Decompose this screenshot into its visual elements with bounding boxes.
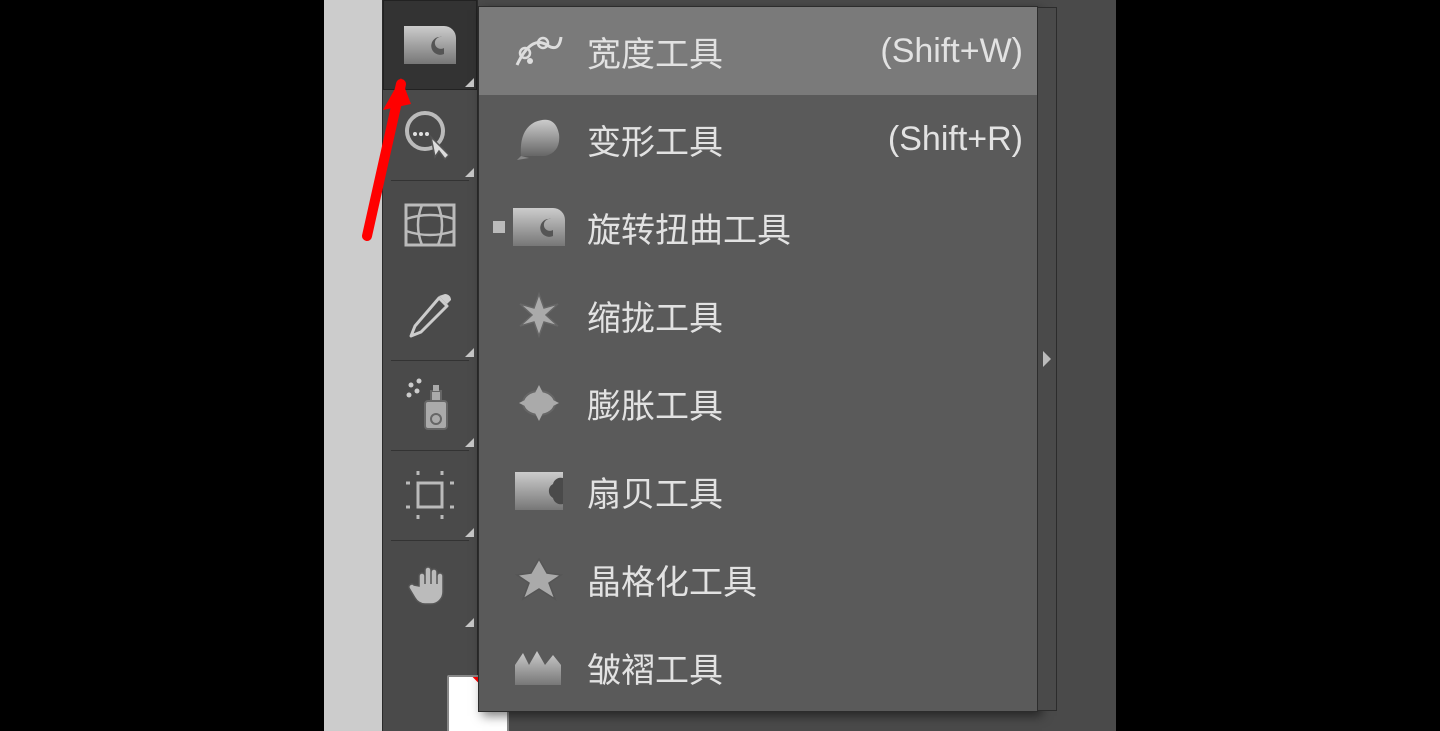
warp-icon bbox=[515, 116, 563, 162]
flyout-indicator-icon bbox=[465, 438, 474, 447]
flyout-indicator-icon bbox=[465, 78, 474, 87]
tools-panel bbox=[382, 0, 478, 731]
scallop-tool-item[interactable]: 扇贝工具 bbox=[479, 447, 1037, 535]
hand-tool[interactable] bbox=[383, 540, 477, 630]
tool-label: 变形工具 bbox=[587, 115, 723, 164]
screenshot-region: 宽度工具 (Shift+W) 变形工具 (Shift+R) bbox=[324, 0, 1116, 731]
bloat-icon bbox=[513, 381, 565, 425]
crystallize-tool-item[interactable]: 晶格化工具 bbox=[479, 535, 1037, 623]
flyout-indicator-icon bbox=[465, 618, 474, 627]
crystallize-icon bbox=[513, 555, 565, 603]
wrinkle-icon bbox=[513, 647, 565, 687]
artboard-tool[interactable] bbox=[383, 450, 477, 540]
tool-label: 扇贝工具 bbox=[587, 467, 723, 516]
tearoff-handle[interactable] bbox=[1037, 7, 1057, 711]
artboard-icon bbox=[404, 469, 456, 521]
sprayer-icon bbox=[403, 377, 457, 433]
canvas-background bbox=[324, 0, 382, 731]
free-transform-icon bbox=[401, 109, 459, 161]
wrinkle-tool-item[interactable]: 皱褶工具 bbox=[479, 623, 1037, 711]
mesh-icon bbox=[404, 203, 456, 247]
tool-shortcut: (Shift+R) bbox=[888, 120, 1023, 159]
twirl-tool-item[interactable]: 旋转扭曲工具 bbox=[479, 183, 1037, 271]
eyedropper-tool[interactable] bbox=[383, 270, 477, 360]
tool-label: 膨胀工具 bbox=[587, 379, 723, 428]
hand-icon bbox=[405, 560, 455, 610]
width-tool-item[interactable]: 宽度工具 (Shift+W) bbox=[479, 7, 1037, 95]
selected-indicator bbox=[489, 221, 509, 233]
tool-label: 缩拢工具 bbox=[587, 291, 723, 340]
tool-label: 皱褶工具 bbox=[587, 643, 723, 692]
width-icon bbox=[513, 29, 565, 73]
twirl-tool[interactable] bbox=[383, 0, 477, 90]
mesh-tool[interactable] bbox=[383, 180, 477, 270]
flyout-indicator-icon bbox=[465, 528, 474, 537]
scallop-icon bbox=[513, 470, 565, 512]
twirl-icon bbox=[511, 206, 567, 248]
pucker-icon bbox=[514, 290, 564, 340]
flyout-indicator-icon bbox=[465, 168, 474, 177]
bloat-tool-item[interactable]: 膨胀工具 bbox=[479, 359, 1037, 447]
tool-shortcut: (Shift+W) bbox=[880, 32, 1023, 71]
eyedropper-icon bbox=[405, 290, 455, 340]
pucker-tool-item[interactable]: 缩拢工具 bbox=[479, 271, 1037, 359]
tool-label: 宽度工具 bbox=[587, 27, 723, 76]
flyout-indicator-icon bbox=[465, 348, 474, 357]
twirl-icon bbox=[402, 24, 458, 66]
symbol-sprayer-tool[interactable] bbox=[383, 360, 477, 450]
tool-label: 晶格化工具 bbox=[587, 555, 757, 604]
warp-tool-item[interactable]: 变形工具 (Shift+R) bbox=[479, 95, 1037, 183]
free-transform-tool[interactable] bbox=[383, 90, 477, 180]
warp-tools-flyout: 宽度工具 (Shift+W) 变形工具 (Shift+R) bbox=[478, 6, 1038, 712]
tool-label: 旋转扭曲工具 bbox=[587, 203, 791, 252]
